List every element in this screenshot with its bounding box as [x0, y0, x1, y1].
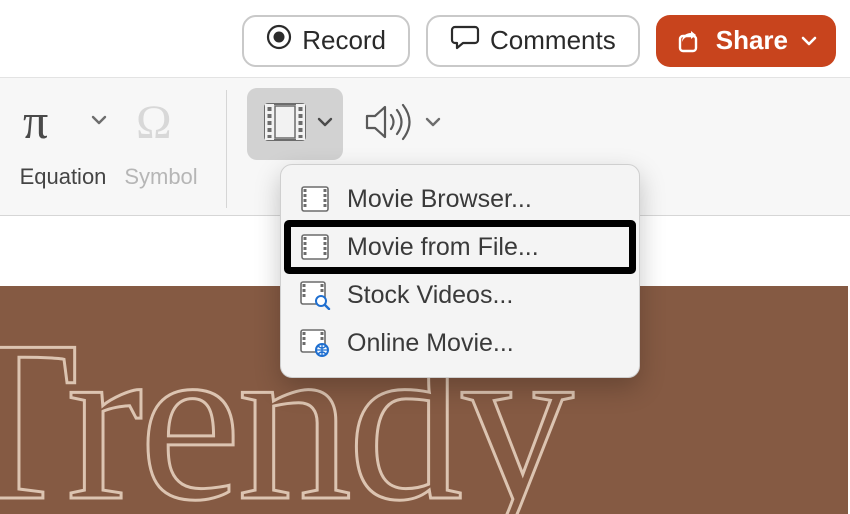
menu-item-label: Online Movie... [347, 329, 514, 358]
film-search-icon [297, 280, 333, 310]
menu-item-online-movie[interactable]: Online Movie... [287, 319, 633, 367]
menu-item-label: Movie Browser... [347, 185, 532, 214]
share-button[interactable]: Share [656, 15, 836, 67]
share-icon [676, 27, 704, 55]
comments-button[interactable]: Comments [426, 15, 640, 67]
record-button[interactable]: Record [242, 15, 410, 67]
insert-movie-menu: Movie Browser... Movie from File... Stoc… [280, 164, 640, 378]
insert-movie-button[interactable] [247, 88, 343, 160]
symbol-button[interactable]: Ω [130, 86, 192, 158]
share-label: Share [716, 25, 788, 56]
chevron-down-icon [425, 114, 441, 135]
menu-item-stock-videos[interactable]: Stock Videos... [287, 271, 633, 319]
menu-item-label: Movie from File... [347, 233, 539, 262]
film-globe-icon [297, 328, 333, 358]
film-icon [297, 185, 333, 213]
svg-text:Ω: Ω [136, 96, 172, 149]
menu-item-label: Stock Videos... [347, 281, 513, 310]
symbol-label: Symbol [116, 164, 206, 190]
menu-item-movie-browser[interactable]: Movie Browser... [287, 175, 633, 223]
menu-item-movie-from-file[interactable]: Movie from File... [287, 223, 633, 271]
equation-label: Equation [18, 164, 108, 190]
window-top-toolbar: Record Comments Share [0, 0, 850, 78]
chevron-down-icon [317, 114, 333, 135]
film-icon [297, 233, 333, 261]
comment-icon [450, 24, 480, 57]
insert-audio-button[interactable] [361, 88, 441, 160]
record-icon [266, 24, 292, 57]
comments-label: Comments [490, 25, 616, 56]
film-icon [261, 98, 309, 151]
chevron-down-icon[interactable] [91, 112, 107, 133]
symbol-group: Ω Symbol [116, 86, 206, 190]
record-label: Record [302, 25, 386, 56]
svg-text:π: π [23, 94, 48, 149]
speaker-icon [361, 98, 417, 151]
chevron-down-icon [800, 32, 818, 50]
equation-button[interactable]: π [19, 86, 81, 158]
equation-group: π Equation [18, 86, 108, 190]
ribbon-separator [226, 90, 227, 208]
